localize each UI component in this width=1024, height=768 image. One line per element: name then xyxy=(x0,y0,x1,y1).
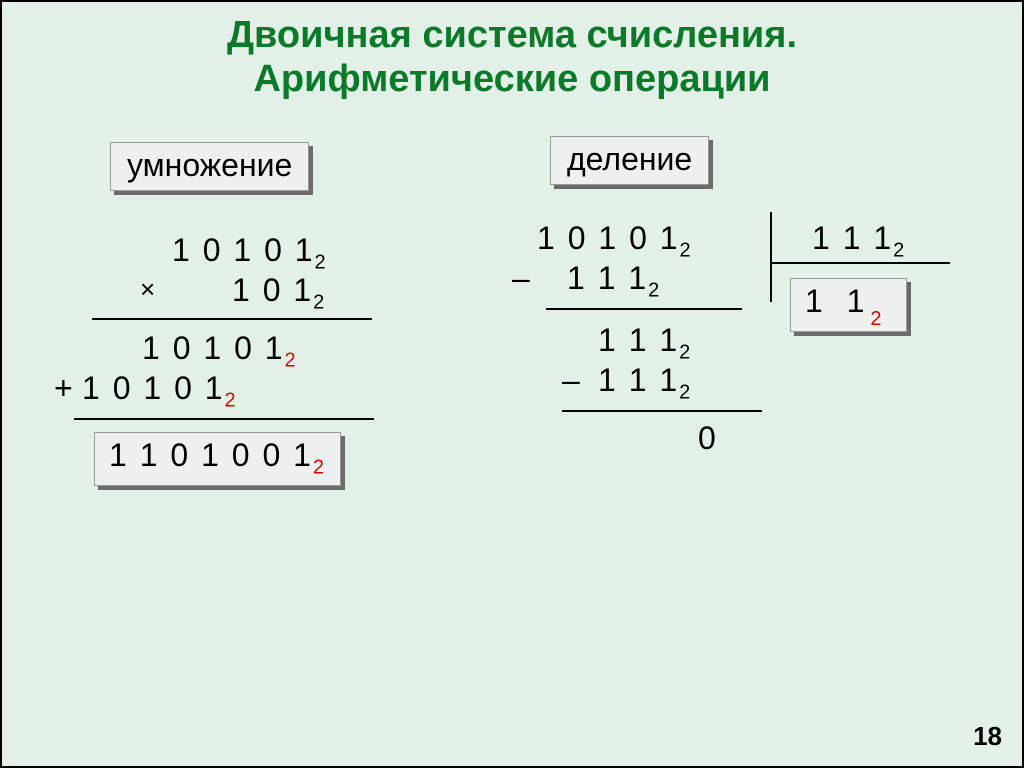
div-divisor: 1 1 12 xyxy=(812,220,906,262)
mult-operand1: 1 0 1 0 12 xyxy=(172,232,328,274)
mult-line-2 xyxy=(74,418,374,420)
div-vertical-line xyxy=(770,212,772,302)
mult-result: 1 1 0 1 0 0 12 xyxy=(94,432,341,486)
div-quotient: 1 12 xyxy=(790,278,907,332)
div-minus-1: – xyxy=(512,260,532,297)
div-dividend: 1 0 1 0 12 xyxy=(537,220,693,262)
div-rem1: 1 1 12 xyxy=(598,322,692,364)
div-rem2: 0 xyxy=(698,420,718,457)
mult-partial1: 1 0 1 0 12 xyxy=(142,330,298,372)
mult-operand2: 1 0 12 xyxy=(232,272,326,314)
mult-plus-sign: + xyxy=(54,370,75,407)
page-number: 18 xyxy=(973,721,1002,752)
title-line-1: Двоичная система счисления. xyxy=(227,14,797,56)
title-line-2: Арифметические операции xyxy=(253,58,770,100)
label-multiplication: умножение xyxy=(110,142,309,191)
div-line-under-divisor xyxy=(770,262,950,264)
div-line-1 xyxy=(546,308,742,310)
div-line-2 xyxy=(562,410,762,412)
mult-times-sign: × xyxy=(140,274,157,305)
slide: Двоичная система счисления. Арифметическ… xyxy=(0,0,1024,768)
mult-line-1 xyxy=(92,318,372,320)
slide-title: Двоичная система счисления. Арифметическ… xyxy=(2,2,1022,101)
div-minus-2: – xyxy=(562,362,582,399)
mult-partial2: 1 0 1 0 12 xyxy=(82,370,238,412)
label-division: деление xyxy=(550,136,709,185)
div-sub2: 1 1 12 xyxy=(598,362,692,404)
div-sub1: 1 1 12 xyxy=(567,260,661,302)
